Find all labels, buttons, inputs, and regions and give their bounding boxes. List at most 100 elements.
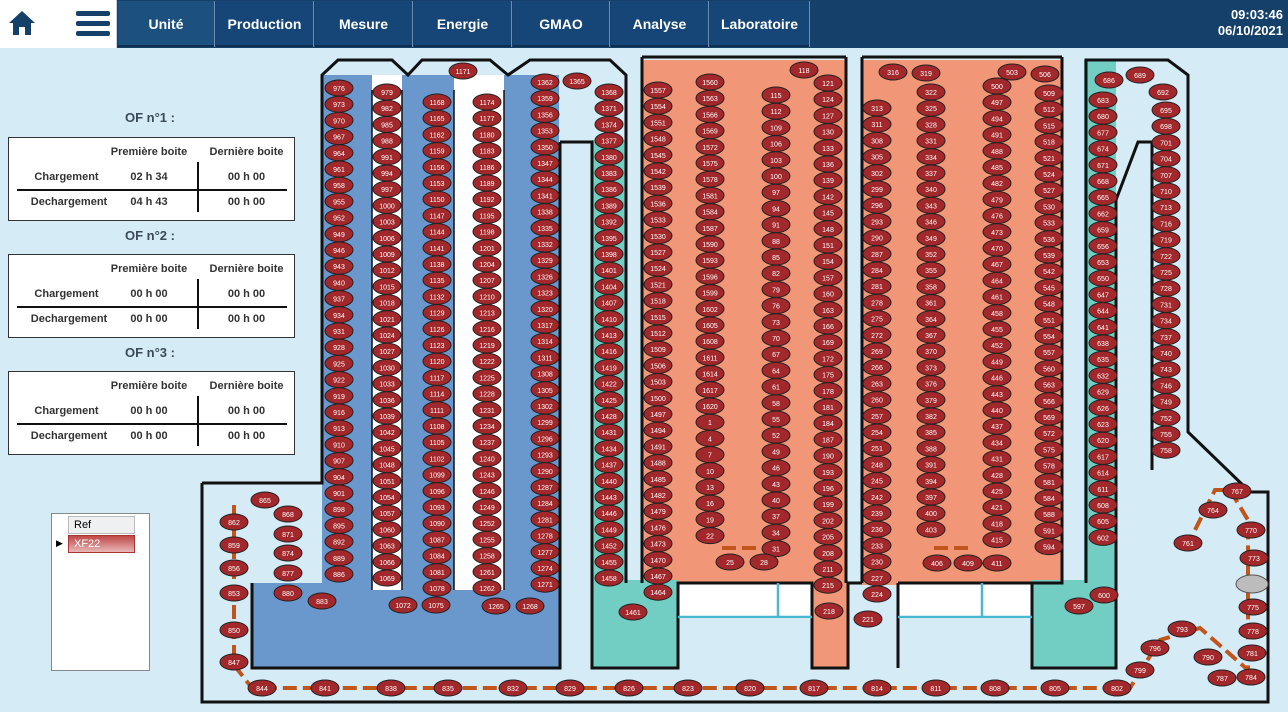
storage-box[interactable]: 1428 [594,407,624,425]
storage-box[interactable]: 737 [1151,328,1181,346]
storage-box[interactable]: 1587 [695,219,725,237]
storage-box[interactable]: 919 [324,387,354,405]
storage-box[interactable]: 922 [324,371,354,389]
storage-box[interactable]: 263 [862,374,892,392]
storage-box[interactable]: 931 [324,322,354,340]
storage-box[interactable]: 644 [1088,302,1118,320]
storage-box[interactable]: 1287 [530,478,560,496]
storage-box[interactable]: 76 [761,297,791,315]
storage-box[interactable]: 1356 [530,105,560,123]
storage-box[interactable]: 470 [982,239,1012,257]
storage-box[interactable]: 242 [862,488,892,506]
storage-box[interactable]: 1114 [422,385,452,403]
storage-box[interactable]: 796 [1140,639,1170,657]
storage-box[interactable]: 391 [916,456,946,474]
storage-box[interactable]: 464 [982,271,1012,289]
storage-box[interactable]: 1090 [422,514,452,532]
storage-box[interactable]: 1437 [594,456,624,474]
storage-box[interactable]: 844 [247,679,277,697]
storage-box[interactable]: 1063 [372,537,402,555]
storage-box[interactable]: 328 [916,115,946,133]
storage-box[interactable]: 1192 [472,190,502,208]
storage-box[interactable]: 569 [1034,408,1064,426]
storage-box[interactable]: 1024 [372,326,402,344]
storage-box[interactable]: 1359 [530,89,560,107]
storage-box[interactable]: 61 [761,378,791,396]
storage-box[interactable]: 91 [761,216,791,234]
storage-box[interactable]: 575 [1034,440,1064,458]
storage-box[interactable]: 1383 [594,164,624,182]
storage-box[interactable]: 1344 [530,170,560,188]
storage-box[interactable]: 352 [916,245,946,263]
storage-box[interactable]: 886 [324,565,354,583]
storage-box[interactable]: 728 [1151,279,1181,297]
storage-box[interactable]: 1311 [530,348,560,366]
storage-box[interactable]: 793 [1167,620,1197,638]
storage-box[interactable]: 1572 [695,138,725,156]
storage-box[interactable]: 542 [1034,262,1064,280]
storage-box[interactable]: 1168 [422,93,452,111]
storage-box[interactable]: 716 [1151,214,1181,232]
storage-box[interactable]: 266 [862,358,892,376]
storage-box[interactable]: 719 [1151,231,1181,249]
storage-box[interactable]: 1506 [643,356,673,374]
storage-box[interactable]: 1527 [643,243,673,261]
storage-box[interactable]: 898 [324,500,354,518]
storage-box[interactable]: 701 [1151,133,1181,151]
storage-box[interactable]: 740 [1151,344,1181,362]
storage-box[interactable]: 539 [1034,246,1064,264]
storage-box[interactable]: 1407 [594,294,624,312]
storage-box[interactable]: 1281 [530,510,560,528]
storage-box[interactable]: 826 [614,679,644,697]
storage-box[interactable]: 121 [813,74,843,92]
storage-box[interactable]: 400 [916,504,946,522]
storage-box[interactable]: 112 [761,102,791,120]
storage-box[interactable]: 695 [1151,101,1181,119]
storage-box[interactable]: 1299 [530,413,560,431]
storage-box[interactable]: 376 [916,375,946,393]
storage-box[interactable]: 257 [862,407,892,425]
storage-box[interactable]: 1515 [643,308,673,326]
storage-box[interactable]: 1332 [530,235,560,253]
storage-box[interactable]: 1180 [472,125,502,143]
storage-box[interactable]: 1006 [372,229,402,247]
storage-box[interactable]: 764 [1198,501,1228,519]
storage-box[interactable]: 1401 [594,261,624,279]
storage-box[interactable]: 157 [813,268,843,286]
storage-box[interactable]: 118 [789,61,819,79]
storage-box[interactable]: 1147 [422,206,452,224]
storage-box[interactable]: 1051 [372,472,402,490]
storage-box[interactable]: 784 [1236,668,1266,686]
storage-box[interactable]: 1240 [472,449,502,467]
storage-box[interactable]: 653 [1088,253,1118,271]
storage-box[interactable]: 1129 [422,304,452,322]
storage-box[interactable]: 313 [862,99,892,117]
storage-box[interactable]: 668 [1088,172,1118,190]
storage-box[interactable]: 361 [916,294,946,312]
storage-box[interactable]: 943 [324,257,354,275]
storage-box[interactable]: 1171 [448,62,478,80]
storage-box[interactable]: 25 [715,553,745,571]
storage-box[interactable]: 680 [1088,107,1118,125]
storage-box[interactable]: 103 [761,151,791,169]
storage-box[interactable]: 770 [1236,521,1266,539]
storage-box[interactable]: 820 [735,679,765,697]
storage-box[interactable]: 305 [862,148,892,166]
storage-box[interactable]: 1584 [695,203,725,221]
storage-box[interactable]: 1210 [472,287,502,305]
storage-box[interactable]: 955 [324,192,354,210]
storage-box[interactable]: 1329 [530,251,560,269]
storage-box[interactable]: 1000 [372,196,402,214]
storage-box[interactable]: 215 [813,576,843,594]
storage-box[interactable]: 698 [1151,117,1181,135]
storage-box[interactable]: 467 [982,255,1012,273]
storage-box[interactable]: 181 [813,398,843,416]
storage-box[interactable]: 847 [219,653,249,671]
storage-box[interactable]: 743 [1151,360,1181,378]
storage-box[interactable]: 230 [862,553,892,571]
storage-box[interactable]: 316 [878,63,908,81]
storage-box[interactable]: 1326 [530,267,560,285]
storage-box[interactable]: 1033 [372,375,402,393]
storage-box[interactable]: 778 [1238,622,1268,640]
storage-box[interactable]: 829 [555,679,585,697]
